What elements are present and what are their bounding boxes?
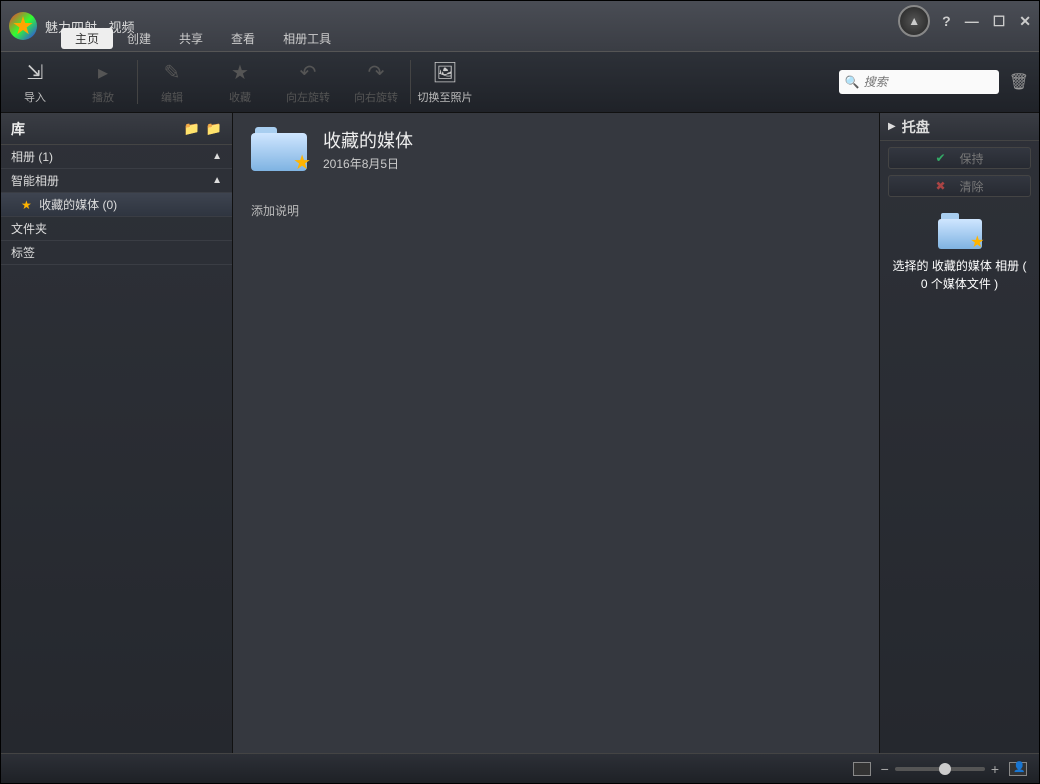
- trash-button[interactable]: 🗑: [1009, 72, 1029, 92]
- play-label: 播放: [92, 89, 114, 105]
- menubar: 主页 创建 共享 查看 相册工具: [1, 27, 345, 49]
- tray-selection-text: 选择的 收藏的媒体 相册 ( 0 个媒体文件 ): [880, 257, 1039, 293]
- window-controls: ? — ☐ ✕: [942, 13, 1031, 30]
- tray-keep-button[interactable]: ✔ 保持: [888, 147, 1031, 169]
- search-input[interactable]: [864, 75, 993, 89]
- switch-label: 切换至照片: [418, 89, 473, 105]
- album-info: 收藏的媒体 2016年8月5日: [323, 127, 413, 172]
- tray-clear-label: 清除: [960, 178, 984, 195]
- tray-keep-label: 保持: [960, 150, 984, 167]
- app-window: 魅力四射 - 视频 主页 创建 共享 查看 相册工具 ▲ ? — ☐ ✕ ⇲ 导…: [0, 0, 1040, 784]
- view-mode-button-2[interactable]: 👤: [1009, 762, 1027, 776]
- zoom-track[interactable]: [895, 767, 985, 771]
- sidebar-fav-wrapper: ★ 收藏的媒体 (0): [21, 196, 117, 213]
- play-button[interactable]: ▸ 播放: [69, 52, 137, 112]
- menu-create[interactable]: 创建: [113, 28, 165, 49]
- switch-photo-button[interactable]: 🖼 切换至照片: [411, 52, 479, 112]
- sidebar-smart-label: 智能相册: [11, 172, 59, 189]
- sidebar-favorite-media[interactable]: ★ 收藏的媒体 (0): [1, 193, 232, 217]
- edit-button[interactable]: ✎ 编辑: [138, 52, 206, 112]
- edit-label: 编辑: [161, 89, 183, 105]
- add-album-icon[interactable]: 📁: [184, 121, 200, 137]
- star-icon: ★: [970, 232, 984, 252]
- titlebar: 魅力四射 - 视频 主页 创建 共享 查看 相册工具 ▲ ? — ☐ ✕: [1, 1, 1039, 51]
- import-button[interactable]: ⇲ 导入: [1, 52, 69, 112]
- check-icon: ✔: [935, 151, 945, 165]
- sidebar: 库 📁 📁 相册 (1) ▲ 智能相册 ▲ ★ 收藏的媒体 (0): [1, 113, 233, 753]
- sidebar-header-icons: 📁 📁: [184, 121, 222, 137]
- tray-folder-icon: ★: [938, 213, 982, 249]
- maximize-button[interactable]: ☐: [993, 13, 1006, 30]
- upload-button[interactable]: ▲: [898, 5, 930, 37]
- tray-clear-button[interactable]: ✖ 清除: [888, 175, 1031, 197]
- album-title: 收藏的媒体: [323, 127, 413, 153]
- sidebar-tags-label: 标签: [11, 244, 35, 261]
- sidebar-smart-albums[interactable]: 智能相册 ▲: [1, 169, 232, 193]
- tray-title: 托盘: [902, 117, 930, 137]
- edit-icon: ✎: [164, 60, 181, 85]
- menu-share[interactable]: 共享: [165, 28, 217, 49]
- menu-view[interactable]: 查看: [217, 28, 269, 49]
- zoom-slider[interactable]: − +: [881, 761, 999, 777]
- rotate-right-icon: ↷: [368, 60, 385, 85]
- menu-album-tools[interactable]: 相册工具: [269, 28, 345, 49]
- star-icon: ★: [21, 198, 32, 212]
- sidebar-fav-label: 收藏的媒体 (0): [39, 198, 117, 212]
- collapse-icon: ▲: [212, 151, 222, 162]
- album-header: ★ 收藏的媒体 2016年8月5日: [251, 127, 861, 172]
- body: 库 📁 📁 相册 (1) ▲ 智能相册 ▲ ★ 收藏的媒体 (0): [1, 113, 1039, 753]
- tray-panel: ▶ 托盘 ✔ 保持 ✖ 清除 ★ 选择的 收藏的媒体 相册 ( 0 个媒体文件 …: [879, 113, 1039, 753]
- person-icon: 👤: [1013, 762, 1025, 773]
- search-icon: 🔍: [845, 75, 860, 89]
- rotate-right-button[interactable]: ↷ 向右旋转: [342, 52, 410, 112]
- sidebar-tags[interactable]: 标签: [1, 241, 232, 265]
- play-icon: ▸: [98, 60, 108, 85]
- add-smart-album-icon[interactable]: 📁: [206, 121, 222, 137]
- import-icon: ⇲: [27, 60, 44, 85]
- collapse-icon: ▲: [212, 175, 222, 186]
- view-mode-button-1[interactable]: [853, 762, 871, 776]
- sidebar-albums[interactable]: 相册 (1) ▲: [1, 145, 232, 169]
- star-icon: ★: [293, 150, 311, 175]
- rotate-left-label: 向左旋转: [286, 89, 330, 105]
- tray-header[interactable]: ▶ 托盘: [880, 113, 1039, 141]
- rotate-left-button[interactable]: ↶ 向左旋转: [274, 52, 342, 112]
- statusbar: − + 👤: [1, 753, 1039, 783]
- expand-icon: ▶: [888, 121, 896, 132]
- title-right: ▲ ? — ☐ ✕: [898, 5, 1031, 37]
- menu-home[interactable]: 主页: [61, 28, 113, 49]
- album-date: 2016年8月5日: [323, 155, 413, 172]
- main-content: ★ 收藏的媒体 2016年8月5日 添加说明: [233, 113, 879, 753]
- favorite-label: 收藏: [229, 89, 251, 105]
- search-box[interactable]: 🔍: [839, 70, 999, 94]
- album-folder-icon: ★: [251, 127, 307, 171]
- toolbar-right: 🔍 🗑: [839, 70, 1039, 94]
- arrow-up-icon: ▲: [908, 14, 920, 28]
- sidebar-title: 库: [11, 119, 25, 139]
- x-icon: ✖: [935, 179, 945, 193]
- favorite-button[interactable]: ★ 收藏: [206, 52, 274, 112]
- toolbar: ⇲ 导入 ▸ 播放 ✎ 编辑 ★ 收藏 ↶ 向左旋转 ↷ 向右旋转 🖼 切换至照…: [1, 51, 1039, 113]
- rotate-right-label: 向右旋转: [354, 89, 398, 105]
- zoom-in-icon[interactable]: +: [991, 761, 999, 777]
- zoom-out-icon[interactable]: −: [881, 761, 889, 777]
- zoom-knob[interactable]: [939, 763, 951, 775]
- add-description-link[interactable]: 添加说明: [251, 202, 861, 219]
- sidebar-folders-label: 文件夹: [11, 220, 47, 237]
- star-icon: ★: [231, 60, 249, 85]
- import-label: 导入: [24, 89, 46, 105]
- switch-icon: 🖼: [432, 60, 457, 85]
- close-button[interactable]: ✕: [1019, 13, 1031, 30]
- help-button[interactable]: ?: [942, 13, 951, 29]
- minimize-button[interactable]: —: [965, 13, 979, 29]
- sidebar-albums-label: 相册 (1): [11, 148, 53, 165]
- sidebar-header: 库 📁 📁: [1, 113, 232, 145]
- sidebar-folders[interactable]: 文件夹: [1, 217, 232, 241]
- rotate-left-icon: ↶: [300, 60, 317, 85]
